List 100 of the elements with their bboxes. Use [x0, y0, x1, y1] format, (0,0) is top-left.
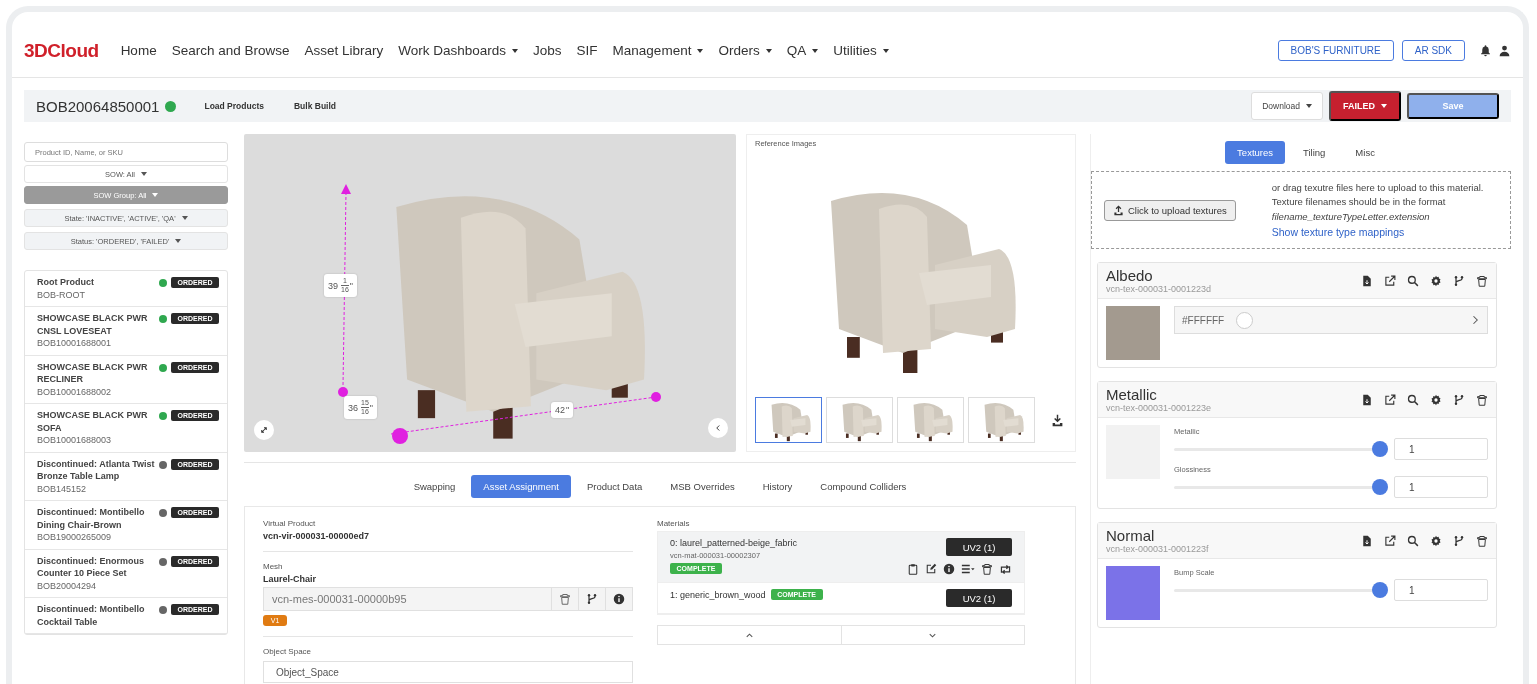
tab[interactable]: Compound Colliders [808, 475, 919, 498]
slider[interactable] [1174, 582, 1388, 598]
branch-icon[interactable] [1453, 534, 1465, 547]
clipboard-icon[interactable] [907, 563, 919, 575]
mappings-link[interactable]: Show texture type mappings [1271, 225, 1484, 240]
branch-icon[interactable] [586, 593, 598, 605]
field-label: Mesh [263, 562, 284, 571]
product-id: BOB20064850001 [36, 97, 160, 115]
bell-icon[interactable] [1479, 44, 1492, 57]
trash-icon[interactable] [981, 563, 993, 575]
tab[interactable]: Misc [1343, 141, 1387, 164]
nav-link[interactable]: Orders [718, 43, 772, 58]
external-link-icon[interactable] [1384, 534, 1396, 547]
field-label: Virtual Product [263, 519, 317, 528]
product-name: Discontinued: Atlanta Twist Bronze Table Lamp [37, 457, 155, 483]
product-sku: BOB19000265009 [37, 531, 113, 544]
number-field[interactable]: 1 [1394, 438, 1488, 460]
object-space-field[interactable]: Object_Space [263, 661, 633, 683]
product-name: SHOWCASE BLACK PWR RECLINER [37, 360, 149, 386]
tab[interactable]: Tiling [1291, 141, 1338, 164]
slider-thumb[interactable] [1372, 582, 1388, 598]
mesh-field[interactable]: vcn-mes-000031-00000b95 [263, 587, 633, 611]
slider[interactable] [1174, 441, 1388, 457]
color-field[interactable]: #FFFFFF [1174, 306, 1488, 334]
field-value: Laurel-Chair [263, 574, 317, 584]
search-icon[interactable] [1407, 393, 1419, 406]
nav-link[interactable]: Search and Browse [171, 43, 290, 58]
status-button[interactable]: FAILED [1329, 91, 1401, 121]
branch-icon[interactable] [1453, 393, 1465, 406]
texture-id: vcn-tex-000031-0001223f [1106, 544, 1210, 554]
external-link-icon[interactable] [1384, 393, 1396, 406]
upload-button[interactable]: Click to upload textures [1104, 199, 1236, 221]
download-button[interactable]: Download [1251, 92, 1323, 120]
nav-button[interactable]: BOB'S FURNITURE [1277, 40, 1394, 61]
texture-id: vcn-tex-000031-0001223d [1106, 284, 1213, 294]
texture-id: vcn-tex-000031-0001223e [1106, 403, 1213, 413]
uv-button[interactable]: UV2 (1) [946, 589, 1012, 607]
drop-hint: Texture filenames should be in the format [1271, 195, 1447, 209]
settings-icon[interactable] [1430, 393, 1442, 406]
drop-zone[interactable]: Click to upload textures or drag texutre files here to upload to this material. Texture filenames should be in the format filename_textureTypeLetter.extension Show texture type mappings [1091, 171, 1511, 249]
header-link[interactable]: Load Products [204, 101, 264, 111]
slider[interactable] [1174, 479, 1388, 495]
field-value: vcn-vir-000031-00000ed7 [263, 531, 371, 541]
tab[interactable]: History [750, 475, 805, 498]
product-name: SHOWCASE BLACK PWR SOFA [37, 409, 149, 434]
info-icon[interactable] [613, 593, 625, 605]
info-icon[interactable] [943, 563, 955, 575]
product-sku: BOB10001688002 [37, 385, 113, 398]
swap-icon[interactable] [999, 562, 1012, 576]
settings-icon[interactable] [1430, 274, 1442, 287]
product-sku: BOB20004294 [37, 579, 98, 592]
expand-icon[interactable] [258, 424, 270, 436]
slider-thumb[interactable] [1372, 479, 1388, 495]
number-field[interactable]: 1 [1394, 476, 1488, 498]
search-icon[interactable] [1407, 274, 1419, 287]
product-sku: BOB145152 [37, 482, 88, 495]
settings-icon[interactable] [1430, 534, 1442, 547]
trash-icon[interactable] [1476, 274, 1488, 287]
drop-hint: or drag texutre files here to upload to this material. [1271, 180, 1484, 195]
nav-button[interactable]: AR SDK [1401, 40, 1465, 61]
trash-icon[interactable] [1476, 534, 1488, 547]
file-icon[interactable] [1361, 393, 1373, 406]
file-icon[interactable] [1361, 534, 1373, 547]
texture-name: Metallic [1106, 386, 1158, 403]
nav-link[interactable]: Management [612, 43, 704, 58]
tab[interactable]: MSB Overrides [658, 475, 747, 498]
tab[interactable]: Product Data [574, 475, 655, 498]
tab[interactable]: Textures [1225, 141, 1285, 164]
user-icon[interactable] [1498, 44, 1511, 57]
field-label: Object Space [263, 647, 313, 656]
edit-icon[interactable] [925, 563, 937, 575]
trash-icon[interactable] [1476, 393, 1488, 406]
nav-link[interactable]: Asset Library [304, 43, 384, 58]
logo[interactable]: 3DCloud [24, 39, 99, 62]
thumbnail[interactable] [755, 397, 822, 443]
number-field[interactable]: 1 [1394, 579, 1488, 601]
search-icon[interactable] [1407, 534, 1419, 547]
upload-icon[interactable] [1113, 204, 1124, 216]
product-name: SHOWCASE BLACK PWR CNSL LOVESEAT [37, 312, 149, 337]
tab[interactable]: Asset Assignment [471, 475, 571, 498]
branch-icon[interactable] [1453, 274, 1465, 287]
measurement-label: 42" [551, 402, 574, 418]
uv-button[interactable]: UV2 (1) [946, 538, 1012, 556]
external-link-icon[interactable] [1384, 274, 1396, 287]
nav-link[interactable]: QA [786, 43, 819, 58]
header-link[interactable]: Bulk Build [293, 101, 336, 111]
product-sku: BOB-ROOT [37, 288, 86, 301]
nav-link[interactable]: Jobs [533, 43, 562, 58]
product-name: Root Product [37, 276, 95, 289]
nav-link[interactable]: SIF [576, 43, 598, 58]
download-icon[interactable] [1051, 413, 1064, 427]
list-icon[interactable] [961, 562, 975, 576]
trash-icon[interactable] [559, 593, 571, 605]
nav-link[interactable]: Utilities [833, 43, 889, 58]
file-icon[interactable] [1361, 274, 1373, 287]
slider-thumb[interactable] [1372, 441, 1388, 457]
nav-link[interactable]: Home [120, 43, 157, 58]
nav-link[interactable]: Work Dashboards [398, 43, 519, 58]
tab[interactable]: Swapping [401, 475, 468, 498]
product-sku: BOB10001688003 [37, 434, 113, 447]
